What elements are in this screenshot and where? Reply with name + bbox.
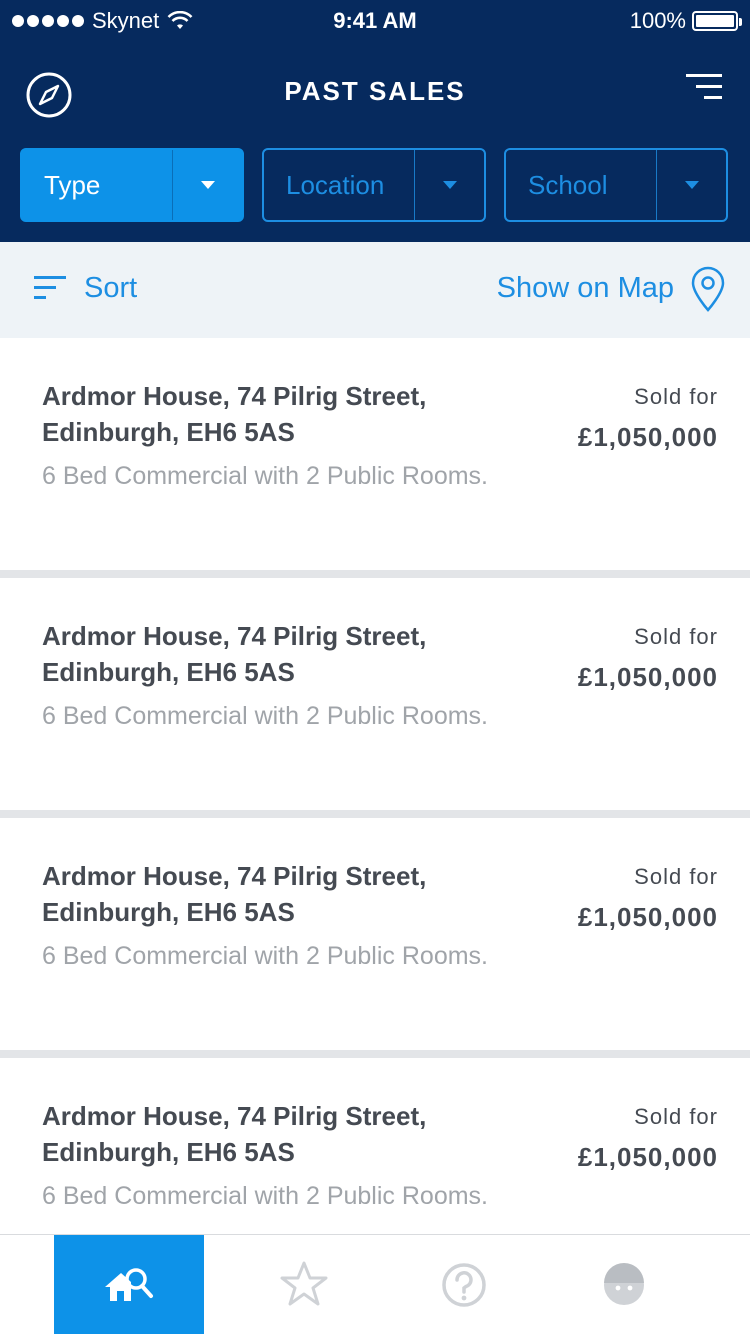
sold-price: £1,050,000 [577,422,718,452]
tab-bar [0,1234,750,1334]
listing-address: Ardmor House, 74 Pilrig Street, Edinburg… [42,858,482,930]
profile-icon [604,1263,644,1305]
battery-label: 100% [629,8,686,33]
battery-icon [692,11,742,31]
tab-profile[interactable] [549,1235,699,1334]
filter-type[interactable]: Type [20,148,244,222]
listing-list: Ardmor House, 74 Pilrig Street, Edinburg… [0,338,750,1290]
listing-description: 6 Bed Commercial with 2 Public Rooms. [42,462,488,490]
listing-address: Ardmor House, 74 Pilrig Street, Edinburg… [42,618,482,690]
tab-search[interactable] [54,1235,204,1334]
tab-favourites[interactable] [229,1235,379,1334]
chevron-down-icon [442,181,457,189]
address-line-1: Ardmor House, 74 Pilrig Street, [42,381,427,411]
sold-label: Sold for [634,1104,718,1129]
sold-label: Sold for [634,384,718,409]
chevron-down-icon [200,181,215,189]
map-pin-icon[interactable] [690,266,726,312]
listing-description: 6 Bed Commercial with 2 Public Rooms. [42,942,488,970]
divider [0,570,750,578]
status-bar: Skynet 9:41 AM 100% [0,0,750,40]
listing-description: 6 Bed Commercial with 2 Public Rooms. [42,1182,488,1210]
filter-school-dropdown[interactable] [656,150,726,220]
sold-price: £1,050,000 [577,1142,718,1172]
filter-location[interactable]: Location [262,148,486,222]
nav-bar: PAST SALES [0,56,750,126]
address-line-1: Ardmor House, 74 Pilrig Street, [42,861,427,891]
address-line-2: Edinburgh, EH6 5AS [42,417,295,447]
help-icon [442,1263,486,1307]
star-icon [280,1261,328,1306]
address-line-1: Ardmor House, 74 Pilrig Street, [42,1101,427,1131]
sort-icon[interactable] [34,274,68,302]
app-header: Skynet 9:41 AM 100% PAST SALES Type Loca… [0,0,750,242]
filter-bar: Type Location School [20,148,730,222]
sort-bar: Sort Show on Map [0,242,750,338]
sold-price: £1,050,000 [577,902,718,932]
listing-address: Ardmor House, 74 Pilrig Street, Edinburg… [42,1098,482,1170]
chevron-down-icon [684,181,699,189]
filter-school-label: School [528,169,608,200]
sold-price: £1,050,000 [577,662,718,692]
divider [0,1050,750,1058]
list-item[interactable]: Ardmor House, 74 Pilrig Street, Edinburg… [0,818,750,1050]
sort-button[interactable]: Sort [84,272,137,305]
address-line-2: Edinburgh, EH6 5AS [42,1137,295,1167]
page-title: PAST SALES [284,76,466,106]
tab-help[interactable] [389,1235,539,1334]
list-item[interactable]: Ardmor House, 74 Pilrig Street, Edinburg… [0,578,750,810]
show-on-map-button[interactable]: Show on Map [497,272,674,305]
address-line-2: Edinburgh, EH6 5AS [42,897,295,927]
filter-school[interactable]: School [504,148,728,222]
address-line-2: Edinburgh, EH6 5AS [42,657,295,687]
listing-address: Ardmor House, 74 Pilrig Street, Edinburg… [42,378,482,450]
status-right: 100% [629,8,742,34]
menu-icon[interactable] [686,72,722,102]
filter-location-label: Location [286,169,385,200]
listing-description: 6 Bed Commercial with 2 Public Rooms. [42,702,488,730]
filter-type-dropdown[interactable] [172,150,242,220]
sold-label: Sold for [634,864,718,889]
list-item[interactable]: Ardmor House, 74 Pilrig Street, Edinburg… [0,338,750,570]
sold-label: Sold for [634,624,718,649]
filter-location-dropdown[interactable] [414,150,484,220]
home-search-icon [105,1268,153,1301]
address-line-1: Ardmor House, 74 Pilrig Street, [42,621,427,651]
filter-type-label: Type [44,169,101,200]
divider [0,810,750,818]
